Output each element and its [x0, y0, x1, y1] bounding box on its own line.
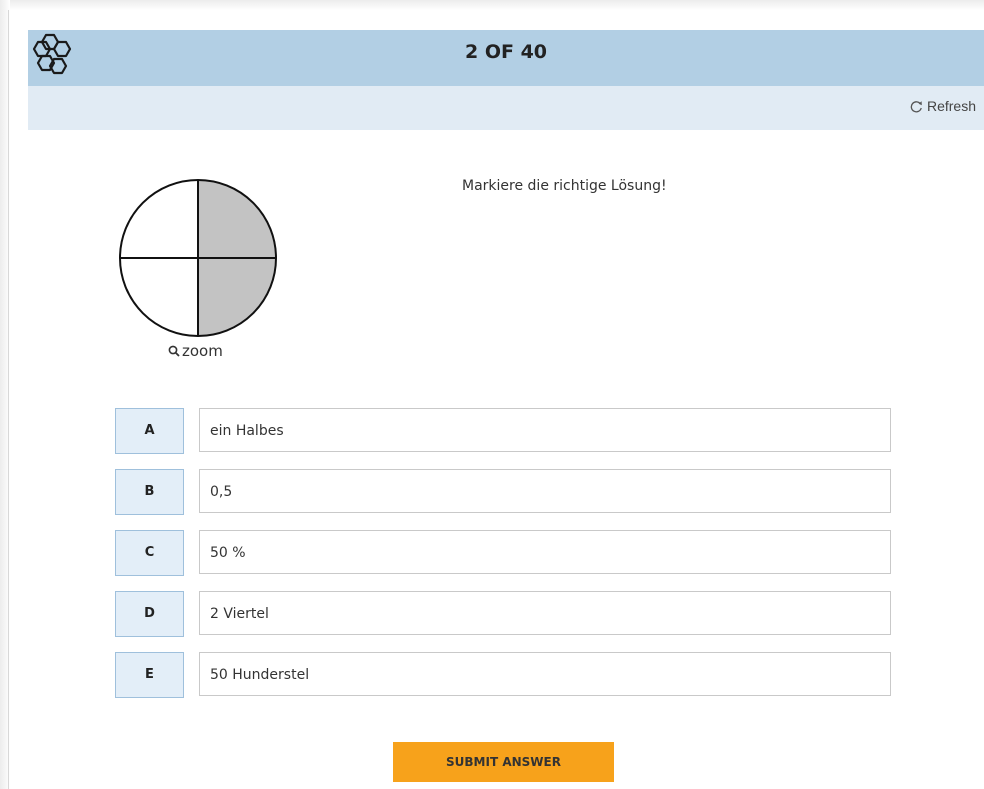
option-answer-text[interactable]: ein Halbes	[199, 408, 891, 452]
question-counter: 2 OF 40	[464, 41, 548, 63]
answer-option-d: D 2 Viertel	[115, 591, 893, 637]
option-answer-text[interactable]: 2 Viertel	[199, 591, 891, 635]
zoom-label: zoom	[182, 342, 223, 360]
option-letter-button[interactable]: D	[115, 591, 184, 637]
option-letter-button[interactable]: C	[115, 530, 184, 576]
toolbar: Refresh	[28, 86, 984, 130]
question-prompt: Markiere die richtige Lösung!	[462, 178, 667, 194]
pie-quarters-figure	[119, 179, 277, 337]
option-letter-button[interactable]: E	[115, 652, 184, 698]
refresh-button[interactable]: Refresh	[910, 98, 976, 114]
option-answer-text[interactable]: 50 %	[199, 530, 891, 574]
magnifier-icon	[168, 345, 180, 357]
refresh-label: Refresh	[926, 98, 976, 114]
window-shadow-top	[0, 0, 984, 10]
quiz-header: 2 OF 40	[28, 30, 984, 86]
option-answer-text[interactable]: 50 Hunderstel	[199, 652, 891, 696]
zoom-link[interactable]: zoom	[168, 342, 223, 360]
answer-options: A ein Halbes B 0,5 C 50 % D 2 Viertel E …	[115, 408, 893, 713]
option-answer-text[interactable]: 0,5	[199, 469, 891, 513]
window-edge	[8, 10, 9, 789]
option-letter-button[interactable]: A	[115, 408, 184, 454]
answer-option-c: C 50 %	[115, 530, 893, 576]
refresh-icon	[910, 100, 922, 112]
answer-option-a: A ein Halbes	[115, 408, 893, 454]
answer-option-e: E 50 Hunderstel	[115, 652, 893, 698]
submit-answer-button[interactable]: SUBMIT ANSWER	[393, 742, 614, 782]
answer-option-b: B 0,5	[115, 469, 893, 515]
question-image[interactable]	[116, 176, 280, 340]
option-letter-button[interactable]: B	[115, 469, 184, 515]
